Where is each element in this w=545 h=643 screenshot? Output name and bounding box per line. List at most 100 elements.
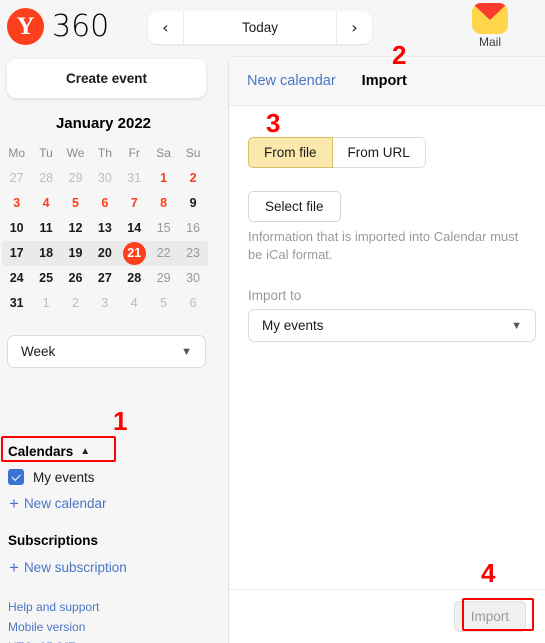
mini-calendar-day-number: 12 <box>68 221 83 235</box>
mini-calendar-day-cell[interactable]: 7 <box>120 191 149 216</box>
mini-calendar-day-cell[interactable]: 16 <box>178 216 207 241</box>
mini-calendar-day-number: 16 <box>186 221 200 235</box>
mini-calendar-day-cell[interactable]: 18 <box>31 241 60 266</box>
mini-calendar-day-cell[interactable]: 3 <box>2 191 31 216</box>
help-and-support-link[interactable]: Help and support <box>8 600 99 614</box>
mini-calendar-weekday: Sa <box>156 146 171 160</box>
mini-calendar-day-number: 28 <box>127 271 142 285</box>
mini-calendar-day-number: 14 <box>127 221 142 235</box>
yandex-360-logo[interactable]: Y 360 <box>7 8 109 45</box>
mini-calendar-day-cell[interactable]: 19 <box>61 241 90 266</box>
mini-calendar-day-cell[interactable]: 1 <box>31 291 60 316</box>
mini-calendar-day-cell[interactable]: 1 <box>149 166 178 191</box>
mini-calendar-today-cell[interactable]: 21 <box>120 241 149 266</box>
import-to-select[interactable]: My events ▼ <box>248 309 536 342</box>
mini-calendar-day-cell[interactable]: 5 <box>149 291 178 316</box>
mini-calendar-day-cell[interactable]: 22 <box>149 241 178 266</box>
today-button[interactable]: Today <box>183 11 337 44</box>
mini-calendar-day-number: 1 <box>160 171 168 185</box>
import-format-hint: Information that is imported into Calend… <box>248 229 519 263</box>
mini-calendar-week-row[interactable]: 27 28 29 30 31 1 2 <box>2 166 208 191</box>
mini-calendar-day-cell[interactable]: 3 <box>90 291 119 316</box>
mini-calendar-day-number: 1 <box>42 296 50 310</box>
import-panel: New calendar Import From file From URL S… <box>228 56 545 643</box>
mini-calendar-day-number: 30 <box>186 271 200 285</box>
mini-calendar-day-cell[interactable]: 6 <box>90 191 119 216</box>
mini-calendar-day-cell[interactable]: 24 <box>2 266 31 291</box>
mini-calendar-day-number: 4 <box>130 296 138 310</box>
mini-calendar-day-number: 13 <box>97 221 112 235</box>
mini-calendar-day-cell[interactable]: 13 <box>90 216 119 241</box>
mail-app-link[interactable]: Mail <box>464 3 516 49</box>
checkbox-checked-icon[interactable] <box>8 469 24 485</box>
mini-calendar-week-row[interactable]: 17 18 19 20 21 22 23 <box>2 241 208 266</box>
segment-from-url[interactable]: From URL <box>332 137 426 168</box>
mini-calendar-weekday-header: Mo Tu We Th Fr Sa Su <box>2 141 208 166</box>
mini-calendar-day-cell[interactable]: 11 <box>31 216 60 241</box>
mini-calendar-day-cell[interactable]: 30 <box>178 266 207 291</box>
mini-calendar-day-number: 26 <box>68 271 83 285</box>
mobile-version-link[interactable]: Mobile version <box>8 620 85 634</box>
mini-calendar-day-number: 29 <box>156 271 171 285</box>
next-period-icon[interactable]: › <box>337 11 372 44</box>
mini-calendar-day-cell[interactable]: 28 <box>31 166 60 191</box>
mini-calendar-day-cell[interactable]: 25 <box>31 266 60 291</box>
mini-calendar-day-cell[interactable]: 12 <box>61 216 90 241</box>
plus-icon: + <box>9 558 19 577</box>
mini-calendar[interactable]: Mo Tu We Th Fr Sa Su 27 28 29 30 31 1 2 3 4 5 6 7 8 9 10 11 12… <box>2 141 208 316</box>
mini-calendar-day-cell[interactable]: 6 <box>178 291 207 316</box>
mini-calendar-day-number: 4 <box>42 196 50 210</box>
mini-calendar-day-cell[interactable]: 8 <box>149 191 178 216</box>
mini-calendar-week-row[interactable]: 10 11 12 13 14 15 16 <box>2 216 208 241</box>
mini-calendar-week-row[interactable]: 24 25 26 27 28 29 30 <box>2 266 208 291</box>
tab-new-calendar[interactable]: New calendar <box>247 73 336 89</box>
view-mode-select[interactable]: Week ▼ <box>7 335 206 368</box>
subscriptions-section-label: Subscriptions <box>8 533 99 548</box>
mini-calendar-day-number: 31 <box>9 296 24 310</box>
view-mode-value: Week <box>21 344 56 359</box>
mini-calendar-day-cell[interactable]: 23 <box>178 241 207 266</box>
mini-calendar-day-cell[interactable]: 4 <box>120 291 149 316</box>
mini-calendar-weekday: Th <box>97 146 112 160</box>
mini-calendar-day-number: 27 <box>97 271 112 285</box>
tab-import[interactable]: Import <box>362 73 407 89</box>
mini-calendar-day-cell[interactable]: 29 <box>61 166 90 191</box>
mini-calendar-day-cell[interactable]: 4 <box>31 191 60 216</box>
mini-calendar-body: 27 28 29 30 31 1 2 3 4 5 6 7 8 9 10 11 12 13 14 15 16 17 18 19 2… <box>2 166 208 316</box>
mail-label: Mail <box>478 35 501 49</box>
mini-calendar-day-cell[interactable]: 14 <box>120 216 149 241</box>
mini-calendar-day-number: 31 <box>127 171 142 185</box>
annotation-box-new-calendar <box>1 436 116 462</box>
mini-calendar-weekday: Tu <box>39 146 53 160</box>
mini-calendar-day-cell[interactable]: 2 <box>178 166 207 191</box>
calendar-item-my-events[interactable]: My events <box>8 469 95 485</box>
mini-calendar-week-row[interactable]: 3 4 5 6 7 8 9 <box>2 191 208 216</box>
mini-calendar-day-cell[interactable]: 27 <box>2 166 31 191</box>
mini-calendar-day-cell[interactable]: 2 <box>61 291 90 316</box>
mini-calendar-day-cell[interactable]: 27 <box>90 266 119 291</box>
new-calendar-link[interactable]: + New calendar <box>9 495 106 512</box>
mini-calendar-day-cell[interactable]: 31 <box>120 166 149 191</box>
mini-calendar-day-cell[interactable]: 5 <box>61 191 90 216</box>
annotation-number-2: 2 <box>392 40 407 70</box>
mini-calendar-day-cell[interactable]: 31 <box>2 291 31 316</box>
mini-calendar-day-cell[interactable]: 9 <box>178 191 207 216</box>
mini-calendar-day-number: 3 <box>101 296 109 310</box>
segment-from-file[interactable]: From file <box>248 137 333 168</box>
previous-period-icon[interactable]: ‹ <box>148 11 183 44</box>
mini-calendar-day-cell[interactable]: 17 <box>2 241 31 266</box>
import-to-value: My events <box>262 318 324 333</box>
mini-calendar-day-cell[interactable]: 20 <box>90 241 119 266</box>
mini-calendar-day-cell[interactable]: 26 <box>61 266 90 291</box>
mini-calendar-day-cell[interactable]: 29 <box>149 266 178 291</box>
mini-calendar-day-cell[interactable]: 28 <box>120 266 149 291</box>
mini-calendar-day-cell[interactable]: 10 <box>2 216 31 241</box>
select-file-button[interactable]: Select file <box>248 191 341 222</box>
plus-icon: + <box>9 494 19 513</box>
new-subscription-link[interactable]: + New subscription <box>9 559 127 576</box>
mini-calendar-week-row[interactable]: 31 1 2 3 4 5 6 <box>2 291 208 316</box>
create-event-button[interactable]: Create event <box>7 59 206 98</box>
mini-calendar-day-cell[interactable]: 30 <box>90 166 119 191</box>
mini-calendar-day-cell[interactable]: 15 <box>149 216 178 241</box>
mini-calendar-day-number: 21 <box>122 242 146 265</box>
